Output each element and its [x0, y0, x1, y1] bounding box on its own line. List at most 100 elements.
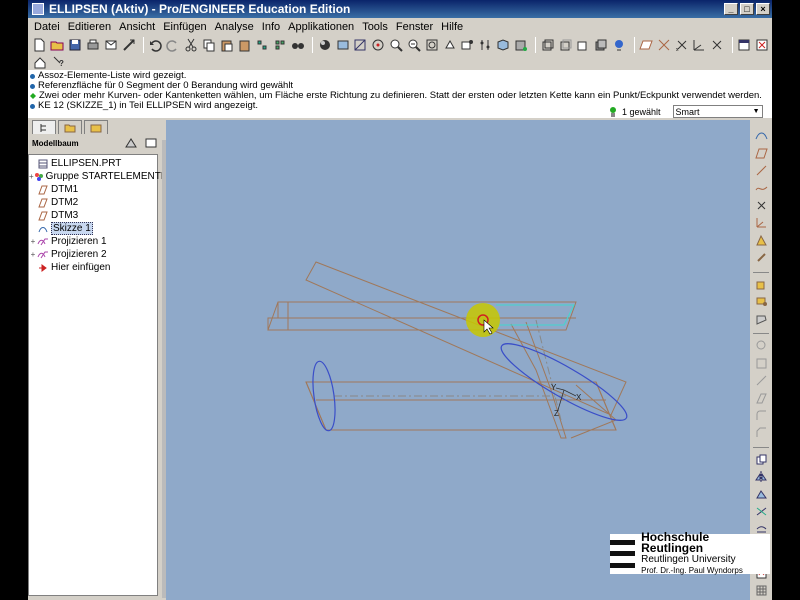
merge-tool-icon[interactable]	[753, 487, 769, 502]
view-manager-icon[interactable]	[496, 37, 511, 53]
mirror-tool-icon[interactable]	[753, 469, 769, 484]
layers-icon[interactable]	[478, 37, 493, 53]
grid-tool-icon[interactable]	[753, 583, 769, 598]
hole-tool-icon[interactable]	[753, 338, 769, 353]
open-folder-button[interactable]	[50, 37, 65, 53]
shaded-icon[interactable]	[594, 37, 609, 53]
hidden-line-icon[interactable]	[558, 37, 573, 53]
tree-node-part[interactable]: ELLIPSEN.PRT	[29, 157, 157, 170]
datum-axes-toggle-icon[interactable]	[656, 37, 671, 53]
tree-node-group[interactable]: + Gruppe STARTELEMENTE	[29, 170, 168, 183]
cut-icon[interactable]	[184, 37, 199, 53]
coord-sys-toggle-icon[interactable]	[692, 37, 707, 53]
new-file-button[interactable]	[32, 37, 47, 53]
trim-tool-icon[interactable]	[753, 504, 769, 519]
model-tree-settings-icon[interactable]	[32, 54, 48, 70]
menu-info[interactable]: Info	[258, 21, 284, 33]
repaint-icon[interactable]	[335, 37, 350, 53]
regen-manager-icon[interactable]	[273, 37, 288, 53]
menu-fenster[interactable]: Fenster	[392, 21, 437, 33]
refit-icon[interactable]	[424, 37, 439, 53]
tree-node-project-1[interactable]: + Projizieren 1	[29, 235, 157, 248]
datum-point-tool-icon[interactable]	[753, 198, 769, 213]
datum-axis-tool-icon[interactable]	[753, 163, 769, 178]
variable-sweep-tool-icon[interactable]	[753, 312, 769, 327]
draft-tool-icon[interactable]	[753, 390, 769, 405]
menu-applikationen[interactable]: Applikationen	[284, 21, 358, 33]
tab-favorites[interactable]	[84, 120, 108, 134]
feature-toolbar	[750, 120, 772, 600]
menu-tools[interactable]: Tools	[358, 21, 392, 33]
reorient-icon[interactable]	[442, 37, 457, 53]
email-button[interactable]	[103, 37, 118, 53]
zoom-in-icon[interactable]	[389, 37, 404, 53]
extrude-tool-icon[interactable]	[753, 277, 769, 292]
undo-icon[interactable]	[148, 37, 163, 53]
show-icon[interactable]	[144, 137, 158, 149]
tree-node-dtm3[interactable]: DTM3	[29, 209, 157, 222]
saved-views-icon[interactable]	[460, 37, 475, 53]
tree-node-dtm1[interactable]: DTM1	[29, 183, 157, 196]
find-icon[interactable]	[291, 37, 306, 53]
publish-geom-tool-icon[interactable]	[753, 250, 769, 265]
tree-node-dtm2[interactable]: DTM2	[29, 196, 157, 209]
tree-node-project-2[interactable]: + Projizieren 2	[29, 248, 157, 261]
paste-icon[interactable]	[219, 37, 234, 53]
analysis-tool-icon[interactable]	[753, 233, 769, 248]
save-button[interactable]	[68, 37, 83, 53]
cursor-highlight	[466, 303, 500, 337]
datum-curve-tool-icon[interactable]	[753, 180, 769, 195]
prompt-icon	[30, 93, 36, 99]
tab-folder-browser[interactable]	[58, 120, 82, 134]
app-icon	[32, 3, 44, 15]
datum-points-toggle-icon[interactable]: x	[674, 37, 689, 53]
coord-sys-tool-icon[interactable]	[753, 215, 769, 230]
settings-icon[interactable]	[124, 137, 138, 149]
copy-icon[interactable]	[201, 37, 216, 53]
chamfer-tool-icon[interactable]	[753, 425, 769, 440]
menu-editieren[interactable]: Editieren	[64, 21, 115, 33]
orient-icon[interactable]	[353, 37, 368, 53]
menu-einfuegen[interactable]: Einfügen	[159, 21, 210, 33]
selection-filter-dropdown[interactable]: Smart ▼	[672, 105, 763, 118]
menu-datei[interactable]: Datei	[30, 21, 64, 33]
spin-center-toggle-icon[interactable]	[710, 37, 725, 53]
tab-model-tree[interactable]	[32, 120, 56, 134]
tree-node-insert-here[interactable]: Hier einfügen	[29, 261, 157, 274]
redo-icon[interactable]	[166, 37, 181, 53]
shell-tool-icon[interactable]	[753, 355, 769, 370]
wireframe-icon[interactable]	[540, 37, 555, 53]
window-close-icon[interactable]	[754, 37, 769, 53]
datum-plane-tool-icon[interactable]	[753, 145, 769, 160]
tree-node-sketch[interactable]: Skizze 1	[29, 222, 157, 235]
shading-icon[interactable]	[317, 37, 332, 53]
regenerate-icon[interactable]	[255, 37, 270, 53]
datum-display-icon[interactable]	[612, 37, 627, 53]
spin-center-icon[interactable]	[371, 37, 386, 53]
copy-tool-icon[interactable]	[753, 452, 769, 467]
send-button[interactable]	[121, 37, 136, 53]
datum-planes-toggle-icon[interactable]	[639, 37, 654, 53]
maximize-button[interactable]: □	[740, 3, 754, 15]
round-tool-icon[interactable]	[753, 408, 769, 423]
graphics-window[interactable]: Y X Z	[166, 120, 750, 600]
menu-hilfe[interactable]: Hilfe	[437, 21, 467, 33]
model-geometry[interactable]: Y X Z	[166, 120, 750, 600]
paste-special-icon[interactable]	[237, 37, 252, 53]
menu-analyse[interactable]: Analyse	[211, 21, 258, 33]
zoom-out-icon[interactable]	[407, 37, 422, 53]
window-activate-icon[interactable]	[737, 37, 752, 53]
chevron-down-icon: ▼	[752, 108, 760, 115]
close-button[interactable]: ×	[756, 3, 770, 15]
rib-tool-icon[interactable]	[753, 373, 769, 388]
expand-icon[interactable]: +	[29, 237, 37, 246]
expand-icon[interactable]: +	[29, 250, 37, 259]
sketch-tool-icon[interactable]	[753, 128, 769, 143]
no-hidden-icon[interactable]	[576, 37, 591, 53]
print-button[interactable]	[85, 37, 100, 53]
menu-ansicht[interactable]: Ansicht	[115, 21, 159, 33]
appearance-icon[interactable]	[514, 37, 529, 53]
revolve-tool-icon[interactable]	[753, 294, 769, 309]
minimize-button[interactable]: _	[724, 3, 738, 15]
help-context-icon[interactable]: ?	[51, 54, 67, 70]
